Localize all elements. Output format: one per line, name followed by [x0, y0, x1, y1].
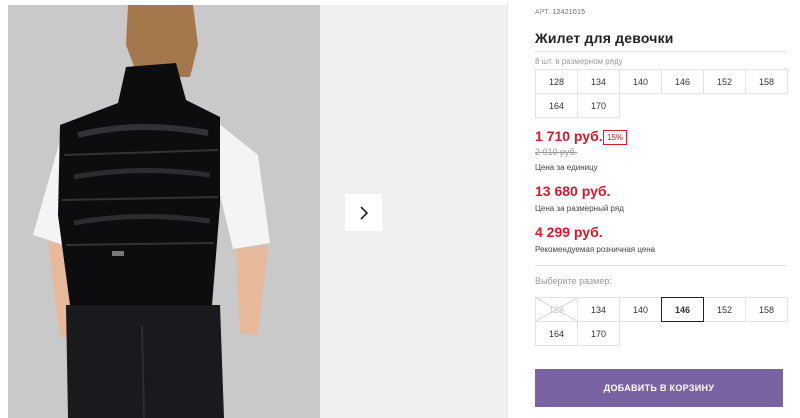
size-option[interactable]: 170 — [577, 321, 620, 346]
unit-price: 1 710 руб. — [535, 128, 603, 144]
choose-size-caption: Выберите размер: — [535, 276, 612, 286]
size-option[interactable]: 152 — [703, 297, 746, 322]
chevron-right-icon — [359, 205, 368, 220]
size-range-caption: 8 шт. в размерном ряду — [535, 57, 623, 66]
range-size-cell: 134 — [577, 69, 620, 94]
next-image-button[interactable] — [345, 194, 382, 231]
size-option-selected[interactable]: 146 — [661, 297, 704, 322]
size-option[interactable]: 158 — [745, 297, 788, 322]
unit-price-caption: Цена за единицу — [535, 163, 598, 172]
range-size-cell: 164 — [535, 93, 578, 118]
add-to-cart-button[interactable]: ДОБАВИТЬ В КОРЗИНУ — [535, 369, 783, 407]
range-size-cell: 146 — [661, 69, 704, 94]
product-gallery — [0, 0, 507, 418]
size-range-grid: 128 134 140 146 152 158 164 170 — [535, 69, 788, 118]
panel-divider — [507, 0, 508, 418]
range-size-cell: 140 — [619, 69, 662, 94]
range-size-cell: 152 — [703, 69, 746, 94]
article-label: АРТ. — [535, 9, 551, 16]
retail-price: 4 299 руб. — [535, 224, 603, 240]
retail-price-caption: Рекомендуемая розничная цена — [535, 245, 656, 254]
product-photo[interactable] — [8, 5, 320, 418]
old-price: 2 010 руб. — [535, 147, 578, 157]
article-number: АРТ. 12421015 — [535, 9, 585, 16]
size-option[interactable]: 134 — [577, 297, 620, 322]
discount-badge: 15% — [603, 130, 628, 145]
size-option[interactable]: 140 — [619, 297, 662, 322]
divider — [535, 265, 787, 266]
cross-out-icon — [536, 298, 577, 321]
article-value: 12421015 — [552, 9, 586, 16]
divider — [535, 51, 787, 52]
size-option-unavailable: 128 — [535, 297, 578, 322]
product-photo-image — [8, 5, 320, 418]
range-size-cell: 128 — [535, 69, 578, 94]
range-price-caption: Цена за размерный ряд — [535, 204, 624, 213]
size-selector: 128 134 140 146 152 158 164 170 — [535, 297, 788, 346]
range-price: 13 680 руб. — [535, 183, 611, 199]
product-title: Жилет для девочки — [535, 30, 674, 46]
range-size-cell: 158 — [745, 69, 788, 94]
range-size-cell: 170 — [577, 93, 620, 118]
size-option[interactable]: 164 — [535, 321, 578, 346]
